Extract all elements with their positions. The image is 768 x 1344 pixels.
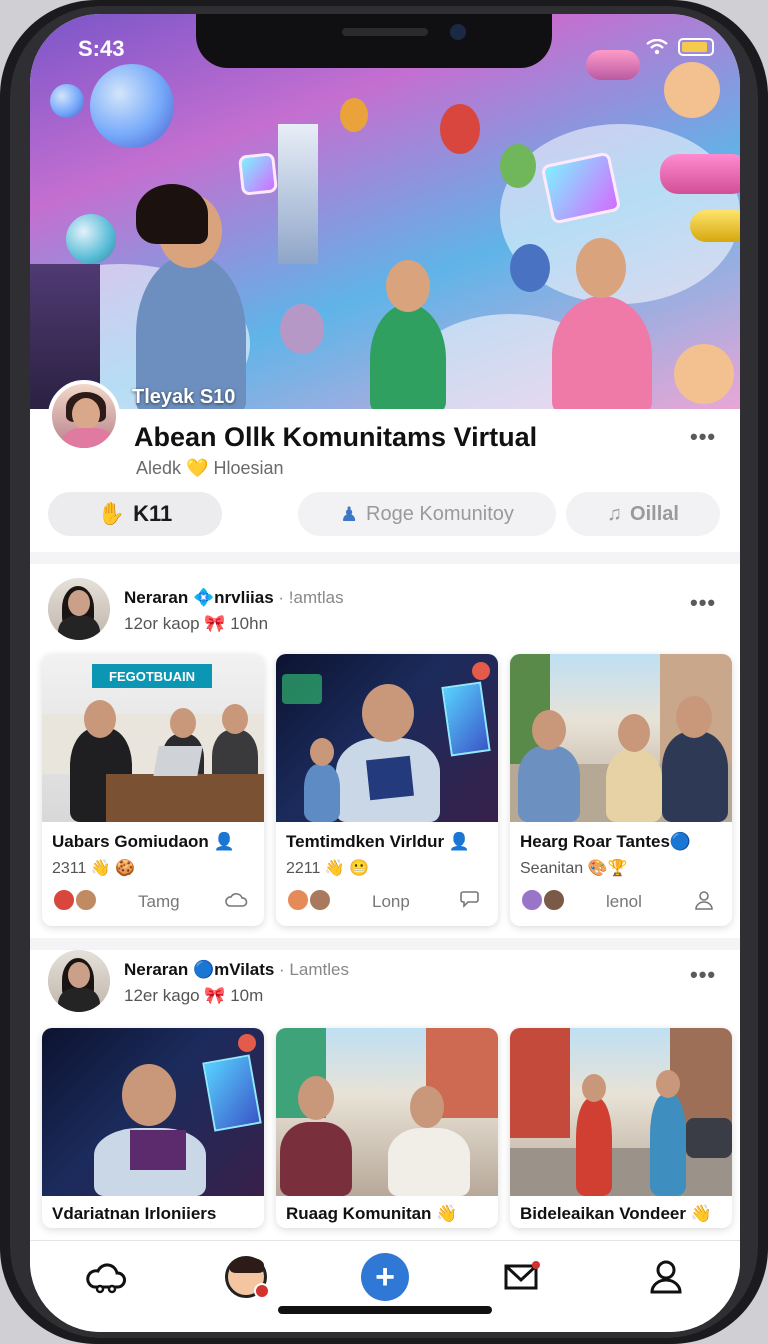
card-title: Vdariatnan Irloniiers <box>52 1204 217 1223</box>
post-author-name: Neraran 💠nrvliias <box>124 588 274 607</box>
card-photo: FEGOTBUAIN <box>42 654 264 822</box>
post-card[interactable]: Hearg Roar Tantes🔵 Seanitan 🎨🏆 lenol <box>510 654 732 926</box>
post-more-icon[interactable]: ••• <box>690 962 716 988</box>
card-photo <box>276 654 498 822</box>
post-author-name: Neraran 🔵mVilats <box>124 960 275 979</box>
post-author-suffix: · !amtlas <box>278 588 344 607</box>
person-icon <box>650 1260 682 1294</box>
notch <box>196 14 552 68</box>
post-card[interactable]: Bideleaikan Vondeer 👋 <box>510 1028 732 1228</box>
share-icon[interactable] <box>458 888 482 912</box>
hero-banner: Tleyak S10 <box>30 14 740 409</box>
nav-profile[interactable] <box>222 1253 270 1301</box>
reaction-avatars <box>286 888 332 912</box>
post-meta: 12er kago 🎀 10m <box>124 986 264 1005</box>
person-icon: ♟ <box>340 503 359 526</box>
card-count: 2211 👋 😬 <box>286 860 370 877</box>
post-author[interactable]: Neraran 💠nrvliias · !amtlas <box>124 588 344 608</box>
planet-bubble-icon <box>90 64 174 148</box>
bottom-nav: + <box>30 1240 740 1332</box>
card-photo <box>510 654 732 822</box>
card-count: Seanitan 🎨🏆 <box>520 860 628 877</box>
community-title: Abean Ollk Komunitams Virtual <box>134 422 538 452</box>
card-title: Temtimdken Virldur 👤 <box>286 832 470 851</box>
home-indicator[interactable] <box>278 1306 492 1314</box>
person-icon[interactable] <box>692 888 716 912</box>
small-bubble-icon <box>50 84 84 118</box>
balloon-icon <box>66 214 116 264</box>
card-title: Bideleaikan Vondeer 👋 <box>520 1204 712 1223</box>
post-author-suffix: · Lamtles <box>279 960 349 979</box>
post-author-avatar[interactable] <box>48 950 110 1012</box>
post-card[interactable]: FEGOTBUAIN Uabars Gomiudaon 👤 2311 👋 🍪 T… <box>42 654 264 926</box>
community-more-icon[interactable]: ••• <box>690 424 716 450</box>
post-more-icon[interactable]: ••• <box>690 590 716 616</box>
card-photo <box>42 1028 264 1196</box>
status-time: S:43 <box>78 36 125 61</box>
mail-icon <box>504 1261 540 1290</box>
music-icon: ♫ <box>607 502 623 525</box>
cloud-icon[interactable] <box>224 888 248 912</box>
pill-oillal[interactable]: ♫ Oillal <box>566 492 720 536</box>
train-icon <box>660 154 740 194</box>
separator <box>30 552 740 564</box>
card-photo <box>510 1028 732 1196</box>
card-photo <box>276 1028 498 1196</box>
post-card[interactable]: Temtimdken Virldur 👤 2211 👋 😬 Lonp <box>276 654 498 926</box>
community-avatar[interactable] <box>48 380 120 452</box>
profile-avatar-icon <box>225 1256 270 1299</box>
separator <box>30 938 740 950</box>
reaction-avatars <box>52 888 98 912</box>
nav-account[interactable] <box>642 1253 690 1301</box>
nav-home[interactable] <box>82 1253 130 1301</box>
card-photo-sign: FEGOTBUAIN <box>92 664 212 688</box>
card-title: Uabars Gomiudaon 👤 <box>52 832 235 851</box>
status-icons <box>646 38 714 56</box>
post-author-avatar[interactable] <box>48 578 110 640</box>
hero-caption: Tleyak S10 <box>132 386 236 408</box>
pill-oillal-label: Oillal <box>630 502 679 525</box>
reaction-avatars <box>520 888 566 912</box>
card-action-label[interactable]: Lonp <box>372 892 410 912</box>
card-count: 2311 👋 🍪 <box>52 860 136 877</box>
community-subtitle: Aledk 💛 Hloesian <box>136 458 284 478</box>
battery-icon <box>678 38 714 56</box>
cloud-home-icon <box>86 1263 126 1294</box>
speaker <box>342 28 428 36</box>
front-camera <box>450 24 466 40</box>
post-author[interactable]: Neraran 🔵mVilats · Lamtles <box>124 960 349 980</box>
card-title: Hearg Roar Tantes🔵 <box>520 832 692 851</box>
card-action-label[interactable]: Tamg <box>138 892 180 912</box>
card-title: Ruaag Komunitan 👋 <box>286 1204 458 1223</box>
profile-badge <box>254 1283 270 1299</box>
wifi-icon <box>646 39 668 55</box>
pill-roge-komunitoy[interactable]: ♟ Roge Komunitoy <box>298 492 556 536</box>
screen: Tleyak S10 S:43 Abean Ollk Komunitams Vi… <box>30 14 740 1332</box>
post-card[interactable]: Vdariatnan Irloniiers <box>42 1028 264 1228</box>
pill-roge-label: Roge Komunitoy <box>366 502 514 525</box>
post-card[interactable]: Ruaag Komunitan 👋 <box>276 1028 498 1228</box>
post-meta: 12or kaop 🎀 10hn <box>124 614 269 633</box>
pill-k11[interactable]: ✋ K11 <box>48 492 222 536</box>
pill-k11-label: K11 <box>133 501 173 526</box>
nav-messages[interactable] <box>498 1253 546 1301</box>
hand-icon: ✋ <box>97 501 126 526</box>
card-action-label[interactable]: lenol <box>606 892 642 912</box>
create-plus-icon[interactable]: + <box>361 1253 409 1301</box>
